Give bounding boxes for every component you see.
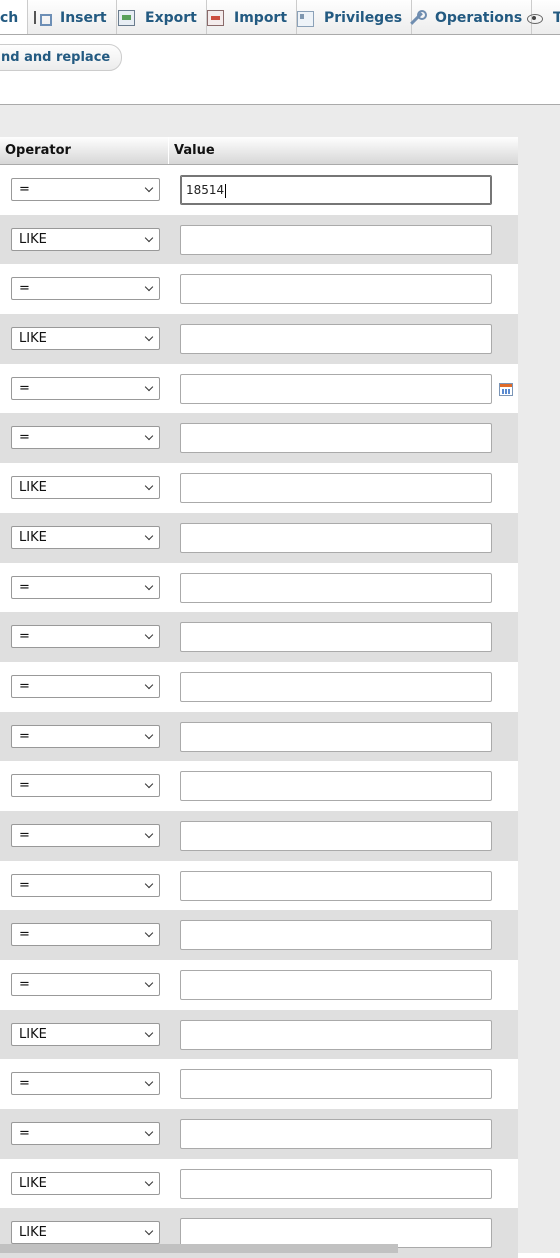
tab-bar: ch Insert Export Import Privileges Opera… (0, 0, 560, 35)
table-row: = (0, 363, 518, 414)
operator-select[interactable]: = (11, 178, 160, 201)
value-input[interactable] (180, 1069, 492, 1100)
operator-select[interactable]: = (11, 1072, 160, 1096)
table-row: = (0, 413, 518, 464)
table-row: = (0, 1109, 518, 1159)
value-input[interactable] (180, 1168, 492, 1199)
tab-label: T (553, 10, 560, 26)
operator-select[interactable]: = (11, 1122, 160, 1146)
search-content: Operator Value = 18514 LIKE = LIKE = = L… (0, 105, 560, 1258)
value-column-header: Value (174, 143, 215, 158)
table-row: = (0, 661, 518, 712)
table-row: LIKE (0, 1158, 518, 1209)
operator-select[interactable]: = (11, 426, 160, 450)
value-input[interactable] (180, 1019, 492, 1050)
table-row: = (0, 860, 518, 911)
operator-select[interactable]: = (11, 625, 160, 649)
table-row: = (0, 761, 518, 811)
value-input[interactable] (180, 671, 492, 702)
value-input[interactable] (180, 473, 492, 504)
operator-select[interactable]: = (11, 277, 160, 301)
tab-label: Export (145, 9, 197, 26)
tab-label: Insert (60, 9, 107, 26)
value-input[interactable] (180, 771, 492, 802)
operations-icon (408, 9, 427, 26)
table-row: = (0, 1059, 518, 1110)
tab-privileges[interactable]: Privileges (288, 0, 413, 34)
value-input[interactable] (180, 870, 492, 901)
value-input[interactable] (180, 224, 492, 255)
value-input[interactable] (180, 324, 492, 355)
value-input[interactable] (180, 970, 492, 1000)
table-row: = (0, 562, 518, 613)
tab-label: Operations (435, 9, 523, 26)
operator-select[interactable]: = (11, 674, 160, 698)
value-input[interactable] (180, 274, 492, 305)
table-row: LIKE (0, 512, 518, 563)
operator-select[interactable]: LIKE (11, 327, 160, 351)
tab-label: ch (0, 10, 19, 26)
operator-select[interactable]: = (11, 923, 160, 947)
value-input[interactable] (180, 522, 492, 553)
value-input[interactable] (180, 1119, 492, 1150)
operator-select[interactable]: LIKE (11, 1221, 160, 1245)
value-input[interactable] (180, 820, 492, 851)
table-row: = 18514 (0, 165, 518, 215)
table-row: = (0, 711, 518, 762)
value-input[interactable]: 18514 (180, 175, 492, 205)
find-and-replace-button[interactable]: nd and replace (0, 44, 123, 71)
operator-column-header: Operator (0, 137, 169, 164)
table-row: LIKE (0, 214, 518, 265)
value-input[interactable] (180, 920, 492, 951)
operator-select[interactable]: = (11, 724, 160, 748)
tab-label: Privileges (324, 9, 403, 26)
eye-icon (526, 10, 543, 26)
horizontal-scrollbar[interactable] (0, 1244, 398, 1253)
operator-select[interactable]: = (11, 823, 160, 847)
value-input[interactable] (180, 572, 492, 603)
operator-select[interactable]: = (11, 376, 160, 400)
operator-select[interactable]: = (11, 973, 160, 996)
operator-select[interactable]: LIKE (11, 227, 160, 251)
privileges-icon (297, 10, 314, 27)
search-criteria-table: Operator Value = 18514 LIKE = LIKE = = L… (0, 137, 518, 1258)
operator-select[interactable]: LIKE (11, 1171, 160, 1195)
insert-icon (33, 10, 52, 26)
operator-select[interactable]: = (11, 774, 160, 798)
table-row: LIKE (0, 463, 518, 513)
table-row: = (0, 810, 518, 861)
value-input[interactable] (180, 622, 492, 653)
operator-select[interactable]: = (11, 873, 160, 897)
tab-insert[interactable]: Insert (24, 0, 117, 34)
export-icon (118, 9, 135, 26)
value-input[interactable] (180, 373, 492, 404)
operator-select[interactable]: LIKE (11, 1022, 160, 1046)
tab-label: Import (234, 9, 288, 26)
value-input[interactable] (180, 721, 492, 752)
tab-tracking[interactable]: T (517, 0, 560, 34)
tab-export[interactable]: Export (109, 0, 207, 34)
import-icon (207, 9, 224, 26)
calendar-icon[interactable] (499, 382, 513, 396)
table-row: LIKE (0, 1009, 518, 1060)
table-row: = (0, 910, 518, 960)
tab-import[interactable]: Import (198, 0, 298, 34)
operator-select[interactable]: LIKE (11, 476, 160, 500)
table-row: LIKE (0, 314, 518, 364)
operator-select[interactable]: = (11, 575, 160, 599)
table-row: = (0, 612, 518, 662)
table-header: Operator Value (0, 137, 518, 165)
table-row: = (0, 960, 518, 1010)
operator-select[interactable]: LIKE (11, 525, 160, 549)
tab-operations[interactable]: Operations (399, 0, 533, 34)
table-row: = (0, 264, 518, 315)
value-input[interactable] (180, 423, 492, 454)
